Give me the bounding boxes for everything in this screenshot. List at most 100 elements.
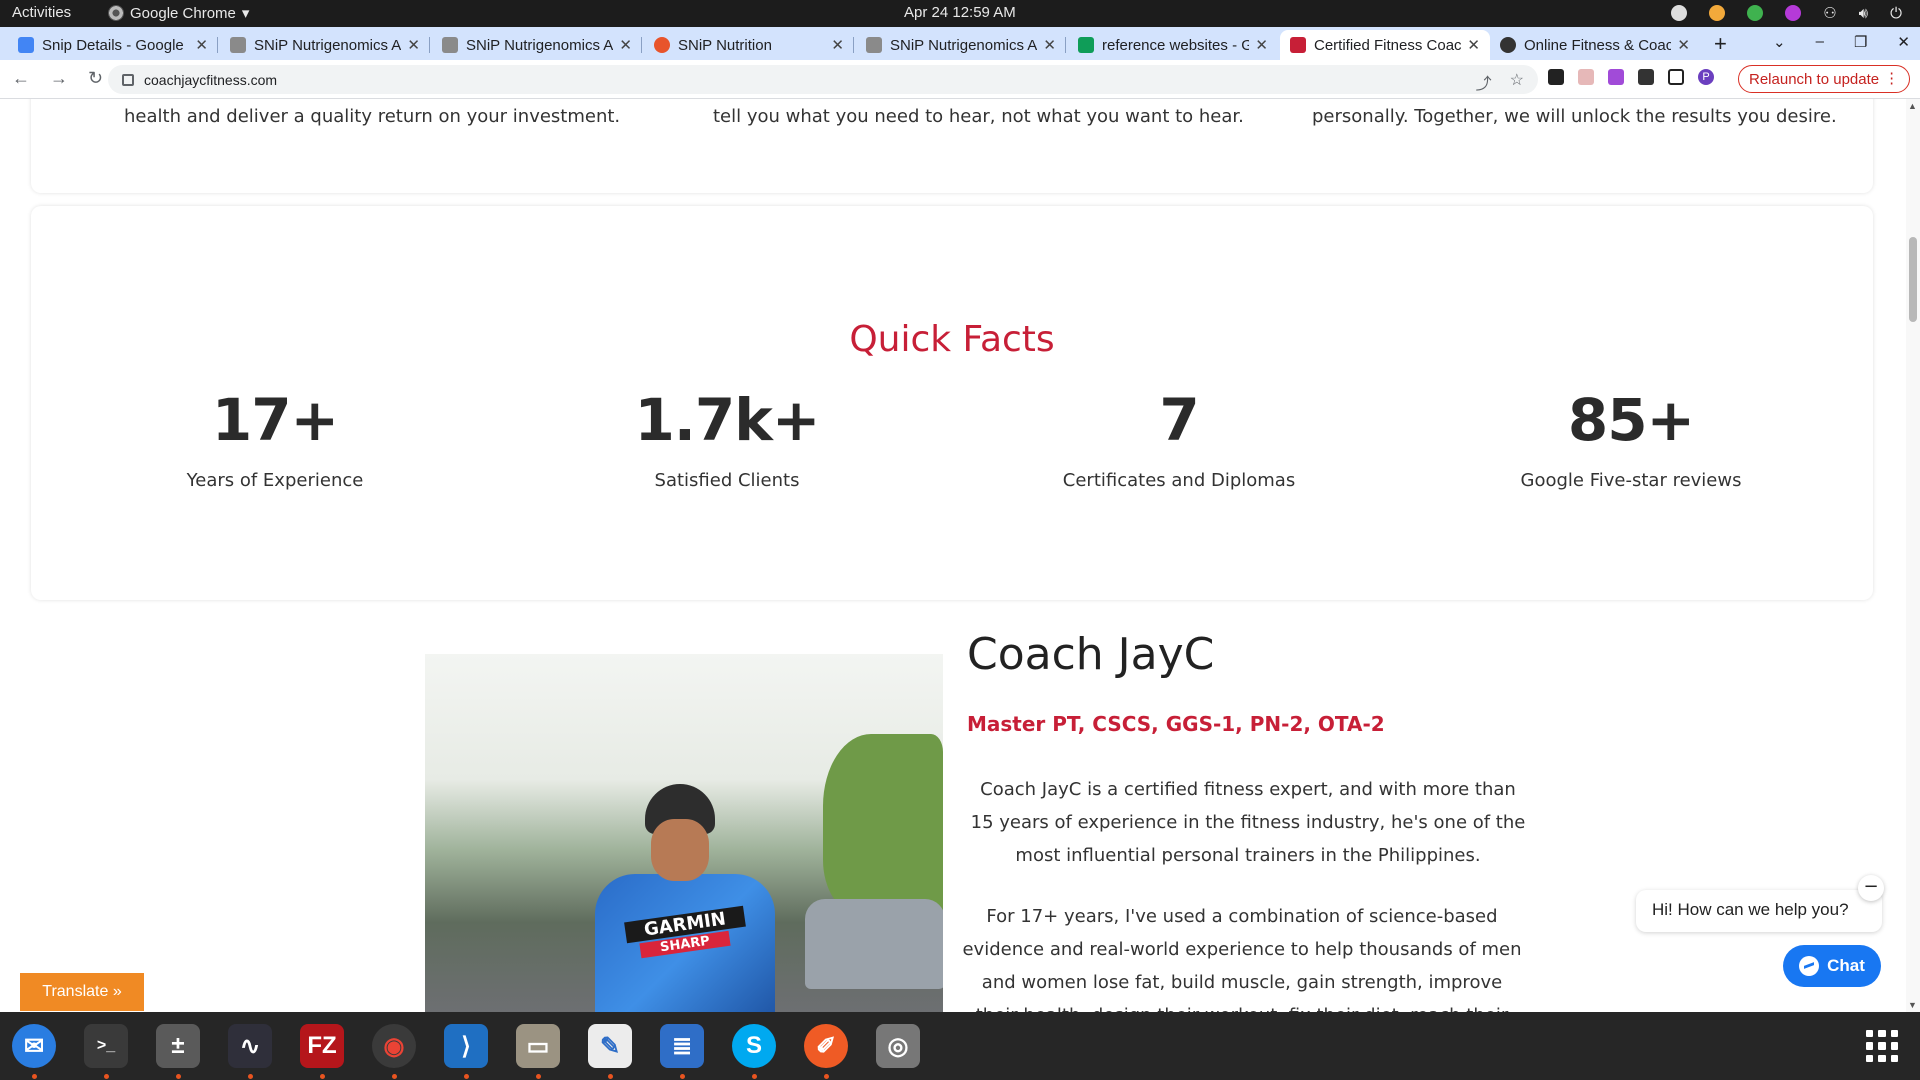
close-icon[interactable]: ✕ bbox=[1467, 36, 1480, 54]
calculator-icon[interactable]: ± bbox=[156, 1024, 200, 1068]
puzzle-icon[interactable] bbox=[1638, 69, 1654, 85]
app-menu[interactable]: Google Chrome ▾ bbox=[108, 4, 249, 22]
quick-facts-title: Quick Facts bbox=[849, 319, 1055, 360]
running-indicator bbox=[752, 1074, 757, 1079]
scroll-up-arrow-icon[interactable]: ▲ bbox=[1908, 101, 1917, 111]
new-tab-button[interactable]: + bbox=[1714, 31, 1727, 57]
ubuntu-dock: ✉ >_ ± ∿ FZ ◉ ⟩ ▭ ✎ ≣ S ✐ ◎ bbox=[0, 1012, 1920, 1080]
close-icon[interactable]: ✕ bbox=[619, 36, 632, 54]
relaunch-to-update-button[interactable]: Relaunch to update bbox=[1738, 65, 1911, 93]
back-icon[interactable]: ← bbox=[12, 68, 30, 89]
volume-icon[interactable]: 🔊︎ bbox=[1859, 5, 1868, 22]
google-sheets-icon bbox=[1078, 37, 1094, 53]
translate-button[interactable]: Translate » bbox=[20, 973, 144, 1011]
reload-icon[interactable]: ↻ bbox=[88, 68, 103, 89]
omnibox-actions: ⤴ ☆ bbox=[1476, 70, 1524, 94]
close-icon[interactable]: ✕ bbox=[195, 36, 208, 54]
window-controls: ⌄ – ❐ ✕ bbox=[1773, 33, 1910, 51]
forward-icon[interactable]: → bbox=[50, 68, 68, 89]
close-icon[interactable]: ✕ bbox=[407, 36, 420, 54]
close-icon[interactable]: ✕ bbox=[1043, 36, 1056, 54]
text-editor-icon[interactable]: ✎ bbox=[588, 1024, 632, 1068]
close-window-icon[interactable]: ✕ bbox=[1897, 33, 1910, 51]
google-docs-icon bbox=[18, 37, 34, 53]
power-icon[interactable]: ⏻ bbox=[1890, 5, 1902, 22]
snip-logo-icon bbox=[442, 37, 458, 53]
network-icon[interactable]: ⚇ bbox=[1823, 4, 1836, 22]
files-icon[interactable]: ▭ bbox=[516, 1024, 560, 1068]
fact-value: 85+ bbox=[1567, 386, 1695, 454]
snip-logo-icon bbox=[866, 37, 882, 53]
tab-reference-websites[interactable]: reference websites - Google Sheets ✕ bbox=[1068, 30, 1278, 60]
fact-google-reviews: 85+ Google Five-star reviews bbox=[1451, 386, 1811, 491]
running-indicator bbox=[320, 1074, 325, 1079]
running-indicator bbox=[32, 1074, 37, 1079]
running-indicator bbox=[536, 1074, 541, 1079]
close-icon[interactable]: ✕ bbox=[831, 36, 844, 54]
bookmark-star-icon[interactable]: ☆ bbox=[1510, 70, 1524, 94]
address-bar[interactable]: coachjaycfitness.com ⤴ ☆ bbox=[108, 65, 1538, 94]
extension-tray-icon[interactable] bbox=[1785, 5, 1802, 21]
tab-snip-details[interactable]: Snip Details - Google Docs ✕ bbox=[8, 30, 218, 60]
tab-certified-fitness-coach[interactable]: Certified Fitness Coach ✕ bbox=[1280, 30, 1490, 60]
activities-button[interactable]: Activities bbox=[12, 4, 71, 21]
close-icon[interactable]: ✕ bbox=[1255, 36, 1268, 54]
chat-greeting-bubble[interactable]: Hi! How can we help you? bbox=[1636, 890, 1882, 932]
disks-icon[interactable]: ◎ bbox=[876, 1024, 920, 1068]
tab-title: SNiP Nutrigenomics Analysis bbox=[890, 36, 1038, 54]
page-scrollbar[interactable]: ▲ ▼ bbox=[1906, 99, 1920, 1012]
calendar-extension-icon[interactable] bbox=[1578, 69, 1594, 85]
filezilla-icon[interactable]: FZ bbox=[300, 1024, 344, 1068]
cyclist-face bbox=[651, 819, 709, 881]
chrome-tray-icon[interactable] bbox=[1709, 5, 1726, 21]
share-icon[interactable]: ⤴ bbox=[1476, 70, 1492, 94]
running-indicator bbox=[104, 1074, 109, 1079]
tab-snip-nutrigenomics-3[interactable]: SNiP Nutrigenomics Analysis ✕ bbox=[856, 30, 1066, 60]
pen-extension-icon[interactable] bbox=[1608, 69, 1624, 85]
update-icon[interactable] bbox=[1671, 5, 1688, 21]
photo-car bbox=[805, 899, 943, 989]
tab-online-fitness-coaching[interactable]: Online Fitness & Coaching ✕ bbox=[1490, 30, 1700, 60]
skype-icon[interactable]: S bbox=[732, 1024, 776, 1068]
tab-snip-nutrigenomics-1[interactable]: SNiP Nutrigenomics Analysis ✕ bbox=[220, 30, 430, 60]
libreoffice-writer-icon[interactable]: ≣ bbox=[660, 1024, 704, 1068]
app-name: Google Chrome bbox=[130, 4, 236, 22]
scrollbar-thumb[interactable] bbox=[1909, 237, 1917, 322]
tab-title: SNiP Nutrigenomics Analysis bbox=[466, 36, 614, 54]
fact-certificates: 7 Certificates and Diplomas bbox=[999, 386, 1359, 491]
quick-facts-section: Quick Facts 17+ Years of Experience 1.7k… bbox=[31, 206, 1873, 600]
maximize-icon[interactable]: ❐ bbox=[1854, 33, 1867, 51]
scroll-down-arrow-icon[interactable]: ▼ bbox=[1908, 1000, 1917, 1010]
coach-name-heading: Coach JayC bbox=[967, 629, 1215, 680]
terminal-icon[interactable]: >_ bbox=[84, 1024, 128, 1068]
thunderbird-icon[interactable]: ✉ bbox=[12, 1024, 56, 1068]
tab-search-icon[interactable]: ⌄ bbox=[1773, 33, 1786, 51]
vscode-icon[interactable]: ⟩ bbox=[444, 1024, 488, 1068]
shield-check-icon[interactable] bbox=[1747, 5, 1764, 21]
intro-card: health and deliver a quality return on y… bbox=[31, 99, 1873, 193]
system-tray[interactable]: ⚇ 🔊︎ ⏻ bbox=[1671, 4, 1902, 22]
system-monitor-icon[interactable]: ∿ bbox=[228, 1024, 272, 1068]
chrome-dock-icon[interactable]: ◉ bbox=[372, 1024, 416, 1068]
close-icon[interactable]: ✕ bbox=[1677, 36, 1690, 54]
lock-icon[interactable] bbox=[122, 73, 134, 86]
messenger-chat-button[interactable]: Chat bbox=[1783, 945, 1881, 987]
side-panel-icon[interactable] bbox=[1668, 69, 1684, 85]
minimize-icon[interactable]: – bbox=[1816, 33, 1824, 51]
intro-text-3: personally. Together, we will unlock the… bbox=[1312, 106, 1837, 127]
postman-icon[interactable]: ✐ bbox=[804, 1024, 848, 1068]
tab-snip-nutrition[interactable]: SNiP Nutrition ✕ bbox=[644, 30, 854, 60]
fact-label: Certificates and Diplomas bbox=[1062, 470, 1296, 491]
eyedropper-icon[interactable] bbox=[1548, 69, 1564, 85]
url-text[interactable]: coachjaycfitness.com bbox=[144, 72, 277, 88]
tab-title: Online Fitness & Coaching bbox=[1524, 36, 1672, 54]
system-top-bar: Activities Google Chrome ▾ Apr 24 12:59 … bbox=[0, 0, 1920, 27]
show-applications-icon[interactable] bbox=[1866, 1030, 1898, 1062]
chat-minimize-button[interactable]: − bbox=[1858, 875, 1884, 901]
tab-snip-nutrigenomics-2[interactable]: SNiP Nutrigenomics Analysis ✕ bbox=[432, 30, 642, 60]
profile-avatar[interactable]: P bbox=[1698, 69, 1714, 85]
extensions-area: P bbox=[1548, 69, 1714, 85]
chrome-icon bbox=[108, 5, 124, 21]
clock[interactable]: Apr 24 12:59 AM bbox=[904, 4, 1016, 21]
coach-bio-paragraph-2: For 17+ years, I've used a combination o… bbox=[962, 906, 1522, 1012]
